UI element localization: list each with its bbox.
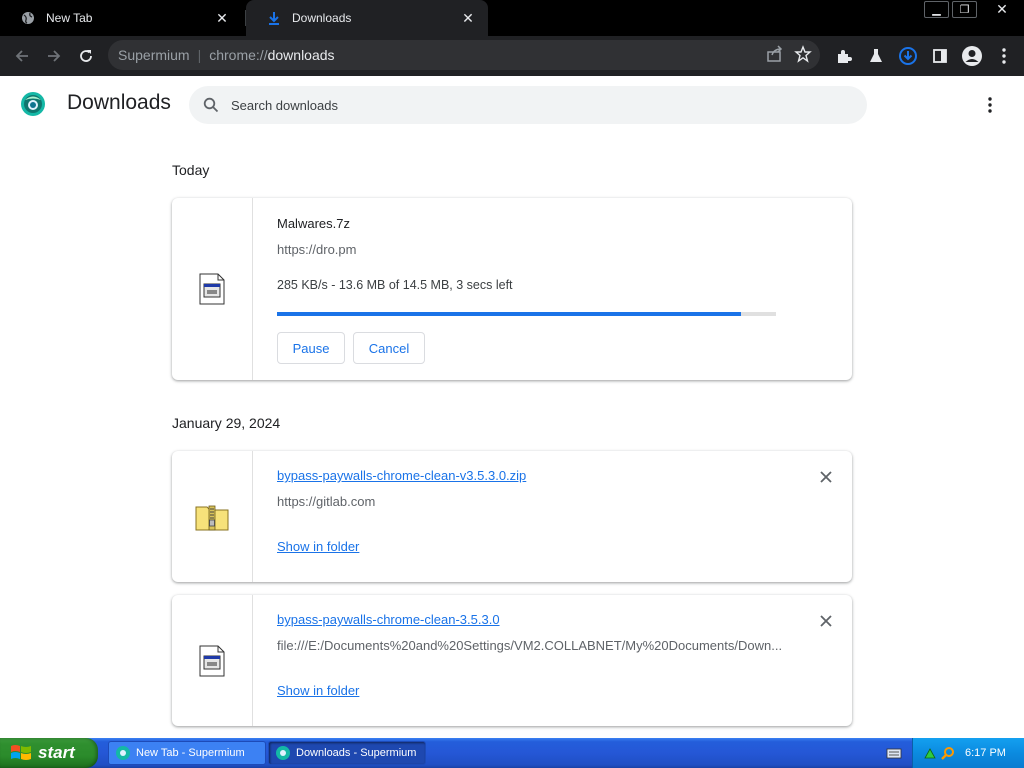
file-icon-column — [172, 595, 253, 726]
reload-button[interactable] — [70, 40, 102, 72]
window-controls: ▁ ❐ ✕ — [921, 0, 1024, 20]
file-icon-column — [172, 198, 253, 380]
bookmark-star-icon[interactable] — [794, 45, 812, 66]
close-window-icon[interactable]: ✕ — [980, 1, 1024, 18]
close-tab-icon[interactable]: ✕ — [460, 10, 476, 26]
downloads-toolbar-icon[interactable] — [892, 40, 924, 72]
search-input[interactable] — [231, 97, 831, 113]
start-label: start — [38, 743, 75, 762]
keyboard-icon[interactable] — [886, 746, 902, 760]
page-title: Downloads — [67, 91, 171, 114]
taskbar-item-downloads[interactable]: Downloads - Supermium — [268, 741, 426, 765]
browser-toolbar: Supermium | chrome://downloads — [0, 36, 1024, 76]
side-panel-icon[interactable] — [924, 40, 956, 72]
tab-title: New Tab — [46, 11, 93, 25]
system-tray: 6:17 PM — [912, 738, 1024, 768]
file-source-url[interactable]: file:///E:/Documents%20and%20Settings/VM… — [277, 638, 782, 653]
downloads-page: Downloads Today Malwares.7z https://dro.… — [0, 76, 1024, 738]
site-name: Supermium — [118, 47, 190, 63]
back-button[interactable] — [6, 40, 38, 72]
arrow-left-icon — [15, 50, 28, 62]
generic-file-icon — [199, 645, 225, 676]
tab-new-tab[interactable]: New Tab ✕ — [0, 0, 242, 36]
pause-button[interactable]: Pause — [277, 332, 345, 364]
supermium-logo-icon — [21, 92, 45, 116]
generic-file-icon — [199, 273, 225, 305]
download-item: bypass-paywalls-chrome-clean-v3.5.3.0.zi… — [172, 451, 852, 582]
url-scheme: chrome:// — [209, 47, 268, 63]
extensions-icon[interactable] — [828, 40, 860, 72]
magnifier-tray-icon[interactable] — [941, 746, 955, 760]
section-heading: Today — [172, 162, 210, 178]
file-name: Malwares.7z — [277, 216, 350, 231]
section-heading: January 29, 2024 — [172, 415, 281, 431]
remove-item-icon[interactable] — [818, 469, 834, 485]
more-actions-icon[interactable] — [980, 95, 1000, 115]
supermium-icon — [276, 746, 290, 760]
supermium-icon — [116, 746, 130, 760]
tab-downloads[interactable]: Downloads ✕ — [246, 0, 488, 36]
browser-menu-icon[interactable] — [988, 40, 1020, 72]
windows-flag-icon — [11, 745, 31, 760]
taskbar-item-new-tab[interactable]: New Tab - Supermium — [108, 741, 266, 765]
file-name-link[interactable]: bypass-paywalls-chrome-clean-v3.5.3.0.zi… — [277, 468, 526, 483]
download-progress-bar — [277, 312, 776, 316]
restore-icon[interactable]: ❐ — [952, 1, 977, 18]
arrow-right-icon — [48, 50, 61, 62]
page-header: Downloads — [0, 76, 1024, 132]
forward-button[interactable] — [38, 40, 70, 72]
close-tab-icon[interactable]: ✕ — [214, 10, 230, 26]
url-host: downloads — [267, 47, 335, 63]
omnibox-separator: | — [197, 47, 202, 63]
download-icon — [266, 10, 282, 26]
download-progress-fill — [277, 312, 742, 316]
clock: 6:17 PM — [965, 747, 1006, 759]
file-source-url[interactable]: https://gitlab.com — [277, 494, 375, 509]
cancel-button[interactable]: Cancel — [353, 332, 425, 364]
tab-title: Downloads — [292, 11, 352, 25]
download-details: bypass-paywalls-chrome-clean-v3.5.3.0.zi… — [277, 451, 852, 582]
remove-item-icon[interactable] — [818, 613, 834, 629]
file-source-url[interactable]: https://dro.pm — [277, 242, 356, 257]
download-details: Malwares.7z https://dro.pm 285 KB/s - 13… — [277, 198, 852, 380]
profile-avatar-icon[interactable] — [956, 40, 988, 72]
tab-strip: New Tab ✕ Downloads ✕ ▁ ❐ ✕ — [0, 0, 1024, 36]
minimize-icon[interactable]: ▁ — [924, 1, 949, 18]
file-icon-column — [172, 451, 253, 582]
show-in-folder-link[interactable]: Show in folder — [277, 539, 359, 554]
network-icon[interactable] — [923, 746, 937, 760]
taskbar-item-label: Downloads - Supermium — [296, 747, 417, 759]
omnibox-actions — [766, 45, 812, 66]
show-in-folder-link[interactable]: Show in folder — [277, 683, 359, 698]
globe-icon — [20, 10, 36, 26]
download-status: 285 KB/s - 13.6 MB of 14.5 MB, 3 secs le… — [277, 278, 513, 292]
reload-icon — [80, 50, 92, 62]
labs-flask-icon[interactable] — [860, 40, 892, 72]
file-name-link[interactable]: bypass-paywalls-chrome-clean-3.5.3.0 — [277, 612, 500, 627]
start-button[interactable]: start — [0, 738, 98, 768]
address-bar[interactable]: Supermium | chrome://downloads — [108, 40, 820, 70]
download-item: Malwares.7z https://dro.pm 285 KB/s - 13… — [172, 198, 852, 380]
windows-taskbar: start New Tab - Supermium Downloads - Su… — [0, 738, 1024, 768]
zip-folder-icon — [195, 505, 229, 530]
share-icon[interactable] — [766, 45, 784, 66]
download-item: bypass-paywalls-chrome-clean-3.5.3.0 fil… — [172, 595, 852, 726]
download-details: bypass-paywalls-chrome-clean-3.5.3.0 fil… — [277, 595, 852, 726]
taskbar-item-label: New Tab - Supermium — [136, 747, 245, 759]
search-box[interactable] — [189, 86, 867, 124]
search-icon — [203, 97, 219, 113]
toolbar-right-actions — [828, 40, 1020, 72]
